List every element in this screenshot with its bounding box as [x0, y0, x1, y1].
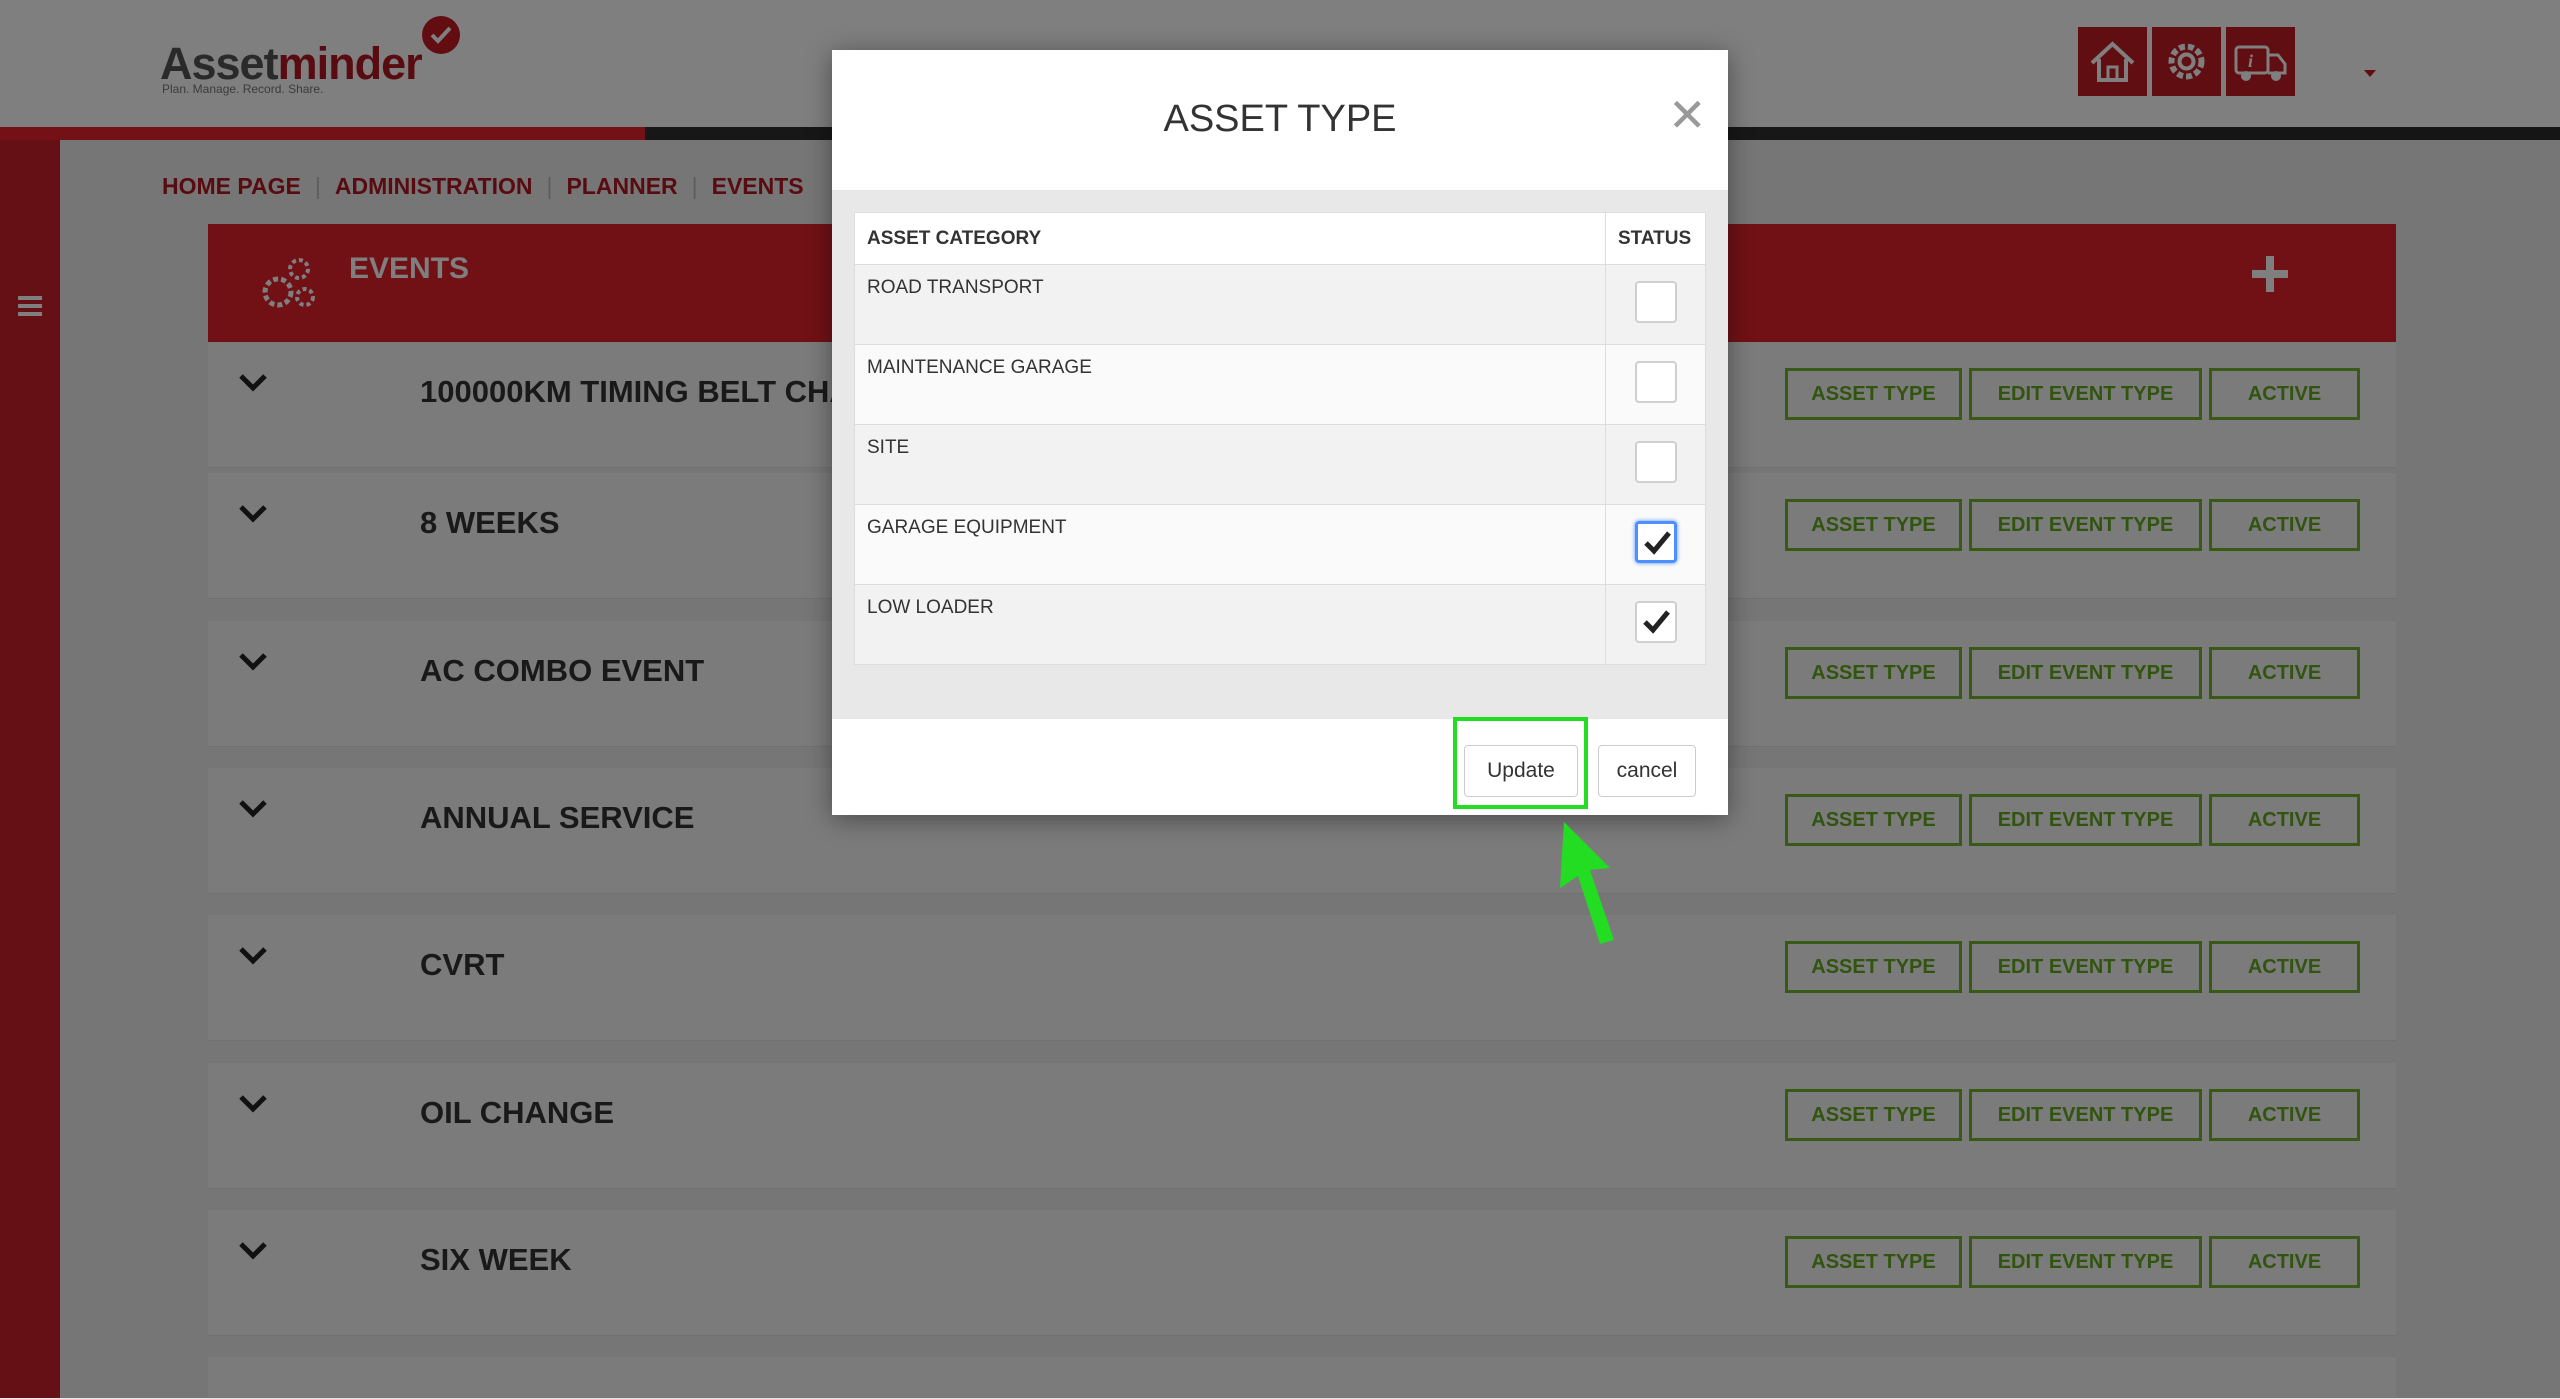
category-name: MAINTENANCE GARAGE — [854, 344, 1606, 425]
asset-category-table: ASSET CATEGORY STATUS ROAD TRANSPORT MAI… — [854, 212, 1706, 665]
table-row: GARAGE EQUIPMENT — [854, 504, 1706, 585]
status-checkbox-low-loader[interactable] — [1634, 601, 1677, 643]
cancel-button[interactable]: cancel — [1598, 745, 1696, 797]
modal-footer: Update cancel — [832, 719, 1728, 815]
column-header-category: ASSET CATEGORY — [854, 212, 1606, 265]
status-checkbox-maintenance-garage[interactable] — [1634, 361, 1677, 403]
category-name: SITE — [854, 424, 1606, 505]
table-row: SITE — [854, 424, 1706, 505]
modal-title: ASSET TYPE — [1163, 98, 1397, 140]
table-row: ROAD TRANSPORT — [854, 264, 1706, 345]
status-checkbox-road-transport[interactable] — [1634, 281, 1677, 323]
update-highlight-box — [1453, 717, 1588, 809]
close-icon[interactable]: ✕ — [1668, 92, 1707, 138]
table-row: LOW LOADER — [854, 584, 1706, 665]
status-checkbox-site[interactable] — [1634, 441, 1677, 483]
pointer-arrow-icon — [1548, 818, 1618, 953]
category-name: GARAGE EQUIPMENT — [854, 504, 1606, 585]
column-header-status: STATUS — [1605, 212, 1706, 265]
category-name: LOW LOADER — [854, 584, 1606, 665]
modal-body: ASSET CATEGORY STATUS ROAD TRANSPORT MAI… — [832, 191, 1728, 719]
category-name: ROAD TRANSPORT — [854, 264, 1606, 345]
table-row: MAINTENANCE GARAGE — [854, 344, 1706, 425]
asset-type-modal: ASSET TYPE ✕ ASSET CATEGORY STATUS ROAD … — [832, 50, 1728, 815]
status-checkbox-garage-equipment[interactable] — [1634, 521, 1677, 563]
